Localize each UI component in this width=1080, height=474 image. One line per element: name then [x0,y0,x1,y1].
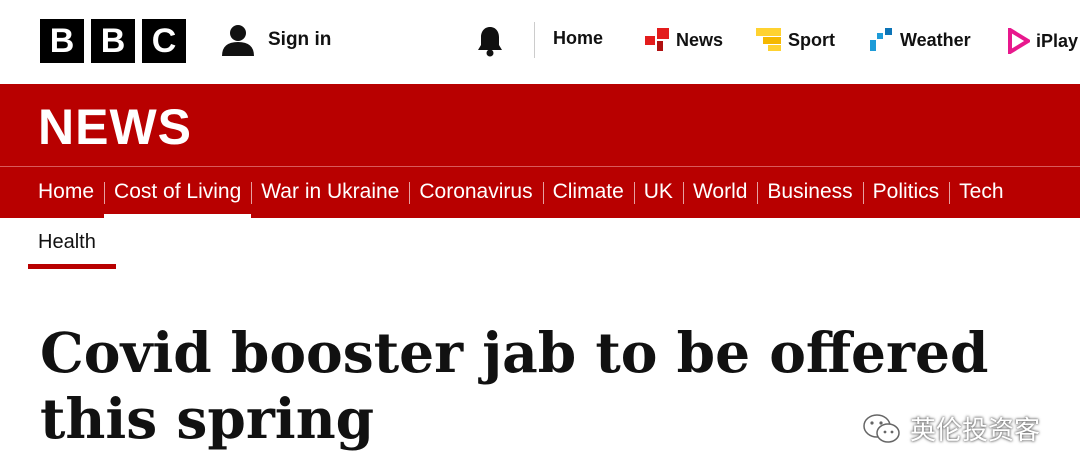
section-climate[interactable]: Climate [542,176,634,208]
sign-in-label: Sign in [268,29,332,50]
weather-icon [870,28,892,51]
nav-weather-label: Weather [900,29,971,50]
section-business[interactable]: Business [757,176,862,208]
nav-news-label: News [676,29,724,50]
nav-iplayer-label: iPlay [1036,30,1079,51]
section-cost-of-living[interactable]: Cost of Living [104,176,252,218]
user-icon [222,25,254,56]
nav-home-label: Home [553,28,604,48]
bbc-logo[interactable]: B B C [40,19,186,63]
wechat-watermark: 英伦投资客 [862,410,1040,447]
section-home[interactable]: Home [28,176,104,208]
logo-letter: B [91,19,135,63]
notifications-bell-icon[interactable] [475,25,505,62]
section-politics[interactable]: Politics [862,176,950,208]
news-section-nav: Home Cost of Living War in Ukraine Coron… [28,176,1014,218]
subsection-health[interactable]: Health [38,231,96,254]
watermark-text: 英伦投资客 [910,415,1041,445]
section-war-in-ukraine[interactable]: War in Ukraine [251,176,409,208]
section-tech[interactable]: Tech [949,176,1013,208]
global-header: B B C Sign in Home News Sport Weather iP… [0,0,1080,84]
section-world[interactable]: World [682,176,757,208]
sign-in-link[interactable]: Sign in [220,22,331,58]
header-divider [534,22,535,58]
news-icon [645,28,669,51]
iplayer-icon [1008,28,1030,54]
sport-icon [756,28,781,51]
nav-sport[interactable]: Sport [756,28,835,52]
banner-divider [0,166,1080,167]
nav-sport-label: Sport [788,29,835,50]
nav-home[interactable]: Home [553,28,603,49]
nav-news[interactable]: News [645,28,723,52]
news-title[interactable]: NEWS [38,98,192,156]
section-uk[interactable]: UK [633,176,683,208]
subsection-active-indicator [28,264,116,269]
logo-letter: B [40,19,84,63]
nav-iplayer[interactable]: iPlay [1008,28,1078,54]
section-coronavirus[interactable]: Coronavirus [409,176,542,208]
wechat-icon [863,413,900,443]
news-banner: NEWS Home Cost of Living War in Ukraine … [0,84,1080,218]
logo-letter: C [142,19,186,63]
nav-weather[interactable]: Weather [870,28,971,52]
